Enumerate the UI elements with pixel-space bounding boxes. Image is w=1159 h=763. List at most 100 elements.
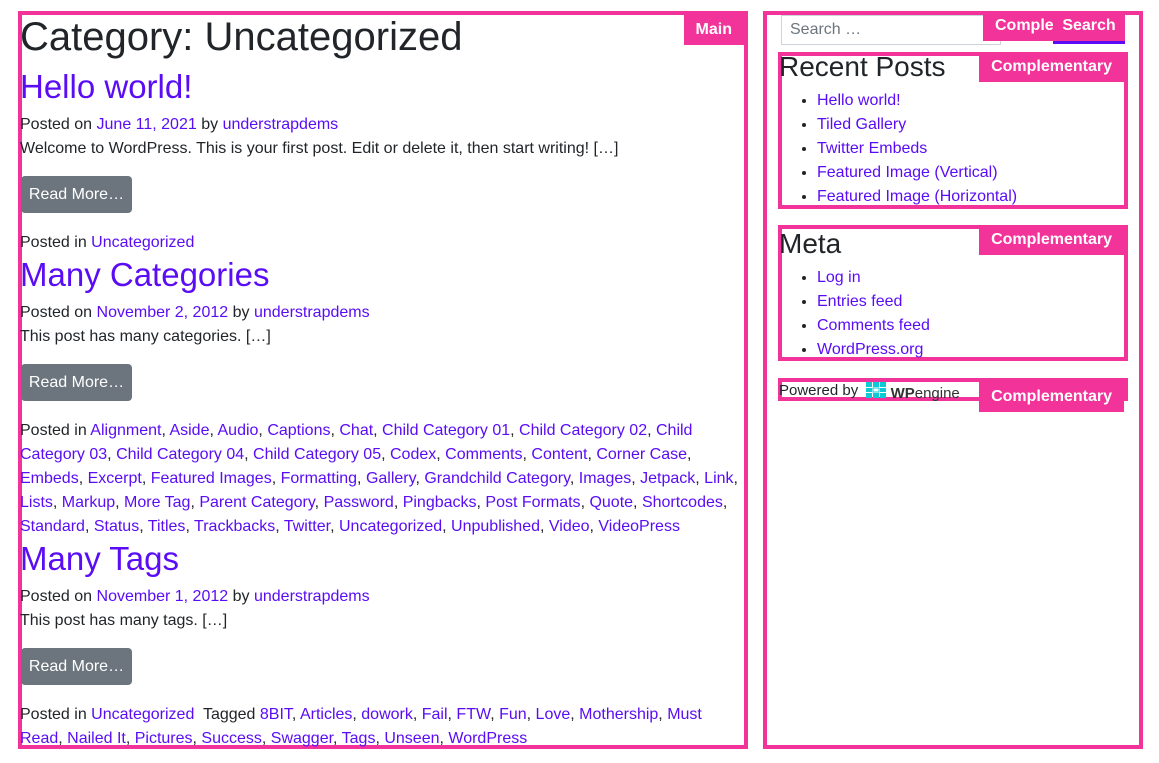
term-link[interactable]: Link	[704, 470, 733, 487]
search-input[interactable]	[781, 15, 1001, 45]
wpengine-logo-link[interactable]: WPengine	[866, 382, 960, 404]
term-link[interactable]: Pingbacks	[403, 494, 477, 511]
author-link[interactable]: understrapdems	[254, 588, 370, 605]
term-link[interactable]: Corner Case	[596, 446, 687, 463]
page-title: Category: Uncategorized	[20, 15, 463, 59]
post-categories-and-tags: Posted in Uncategorized Tagged 8BIT, Art…	[20, 703, 735, 751]
wpengine-grid-icon	[866, 382, 887, 398]
term-link[interactable]: Embeds	[20, 470, 79, 487]
term-link[interactable]: Parent Category	[199, 494, 314, 511]
widget-link[interactable]: WordPress.org	[817, 341, 923, 358]
term-link[interactable]: FTW	[456, 706, 490, 723]
term-link[interactable]: Trackbacks	[194, 518, 275, 535]
term-link[interactable]: Lists	[20, 494, 53, 511]
term-link[interactable]: Password	[324, 494, 394, 511]
tagged-label: Tagged	[202, 706, 256, 723]
posted-on-label: Posted on	[20, 588, 93, 605]
by-label: by	[232, 588, 250, 605]
widget-link[interactable]: Entries feed	[817, 293, 902, 310]
post-title-many-tags: Many Tags	[20, 540, 179, 578]
read-more-button[interactable]: Read More…	[21, 176, 132, 213]
term-link[interactable]: Captions	[267, 422, 330, 439]
term-link[interactable]: Uncategorized	[91, 706, 194, 723]
term-link[interactable]: Status	[94, 518, 139, 535]
widget-link[interactable]: Tiled Gallery	[817, 116, 906, 133]
term-link[interactable]: Tags	[342, 730, 376, 747]
term-link[interactable]: Titles	[148, 518, 186, 535]
recent-posts-badge: Complementary	[979, 52, 1124, 82]
term-link[interactable]: Swagger	[271, 730, 333, 747]
term-link[interactable]: 8BIT	[260, 706, 292, 723]
term-link[interactable]: Content	[531, 446, 587, 463]
term-link[interactable]: dowork	[361, 706, 413, 723]
term-link[interactable]: Audio	[218, 422, 259, 439]
term-link[interactable]: Grandchild Category	[424, 470, 570, 487]
term-link[interactable]: Child Category 04	[116, 446, 244, 463]
term-link[interactable]: Alignment	[90, 422, 161, 439]
term-link[interactable]: Aside	[169, 422, 209, 439]
term-link[interactable]: Images	[579, 470, 631, 487]
term-link[interactable]: Twitter	[284, 518, 330, 535]
term-link[interactable]: Quote	[589, 494, 633, 511]
post-date-link[interactable]: November 2, 2012	[97, 304, 229, 321]
post-title-many-categories: Many Categories	[20, 256, 269, 294]
list-item: Featured Image (Horizontal)	[817, 185, 1017, 209]
term-link[interactable]: Fun	[499, 706, 527, 723]
post-date-link[interactable]: June 11, 2021	[97, 116, 197, 133]
term-link[interactable]: Formatting	[281, 470, 357, 487]
term-link[interactable]: Comments	[445, 446, 522, 463]
term-link[interactable]: Excerpt	[88, 470, 142, 487]
list-item: Entries feed	[817, 290, 930, 314]
term-link[interactable]: Nailed It	[67, 730, 126, 747]
post-title-link[interactable]: Many Categories	[20, 256, 269, 293]
term-link[interactable]: VideoPress	[598, 518, 680, 535]
widget-link[interactable]: Hello world!	[817, 92, 901, 109]
main-region-badge: Main	[683, 15, 744, 45]
term-link[interactable]: Markup	[62, 494, 115, 511]
term-link[interactable]: Child Category 01	[382, 422, 510, 439]
widget-link[interactable]: Twitter Embeds	[817, 140, 927, 157]
term-link[interactable]: Jetpack	[640, 470, 695, 487]
term-link[interactable]: Fail	[422, 706, 448, 723]
term-link[interactable]: Uncategorized	[91, 234, 194, 251]
author-link[interactable]: understrapdems	[254, 304, 370, 321]
term-link[interactable]: Child Category 05	[253, 446, 381, 463]
term-link[interactable]: WordPress	[448, 730, 527, 747]
post-title-link[interactable]: Hello world!	[20, 68, 192, 105]
read-more-button[interactable]: Read More…	[21, 648, 132, 685]
term-link[interactable]: Post Formats	[485, 494, 580, 511]
term-link[interactable]: Chat	[339, 422, 373, 439]
post-title-link[interactable]: Many Tags	[20, 540, 179, 577]
widget-link[interactable]: Log in	[817, 269, 861, 286]
widget-link[interactable]: Featured Image (Horizontal)	[817, 188, 1017, 205]
post-date-link[interactable]: November 1, 2012	[97, 588, 229, 605]
term-link[interactable]: Articles	[300, 706, 352, 723]
post-meta: Posted on November 1, 2012 by understrap…	[20, 585, 370, 609]
term-link[interactable]: Video	[549, 518, 590, 535]
term-link[interactable]: Success	[201, 730, 261, 747]
term-link[interactable]: Uncategorized	[339, 518, 442, 535]
powered-by: Powered by WPengine	[779, 381, 960, 404]
term-link[interactable]: Codex	[390, 446, 436, 463]
posted-in-label: Posted in	[20, 706, 87, 723]
term-link[interactable]: Gallery	[366, 470, 416, 487]
post-meta: Posted on November 2, 2012 by understrap…	[20, 301, 370, 325]
term-link[interactable]: Unseen	[384, 730, 439, 747]
term-link[interactable]: Standard	[20, 518, 85, 535]
term-link[interactable]: Featured Images	[151, 470, 272, 487]
widget-link[interactable]: Featured Image (Vertical)	[817, 164, 998, 181]
term-link[interactable]: Shortcodes	[642, 494, 723, 511]
widget-link[interactable]: Comments feed	[817, 317, 930, 334]
author-link[interactable]: understrapdems	[223, 116, 339, 133]
term-link[interactable]: Child Category 02	[519, 422, 647, 439]
search-button[interactable]: Search	[1053, 11, 1125, 44]
term-link[interactable]: More Tag	[124, 494, 190, 511]
read-more-button[interactable]: Read More…	[21, 364, 132, 401]
recent-posts-list: Hello world! Tiled Gallery Twitter Embeds F…	[797, 89, 1017, 209]
term-link[interactable]: Pictures	[135, 730, 193, 747]
post-excerpt: Welcome to WordPress. This is your first…	[20, 140, 619, 157]
term-link[interactable]: Unpublished	[451, 518, 540, 535]
term-link[interactable]: Mothership	[579, 706, 658, 723]
term-link[interactable]: Love	[536, 706, 571, 723]
post-categories: Posted in Uncategorized	[20, 231, 194, 255]
